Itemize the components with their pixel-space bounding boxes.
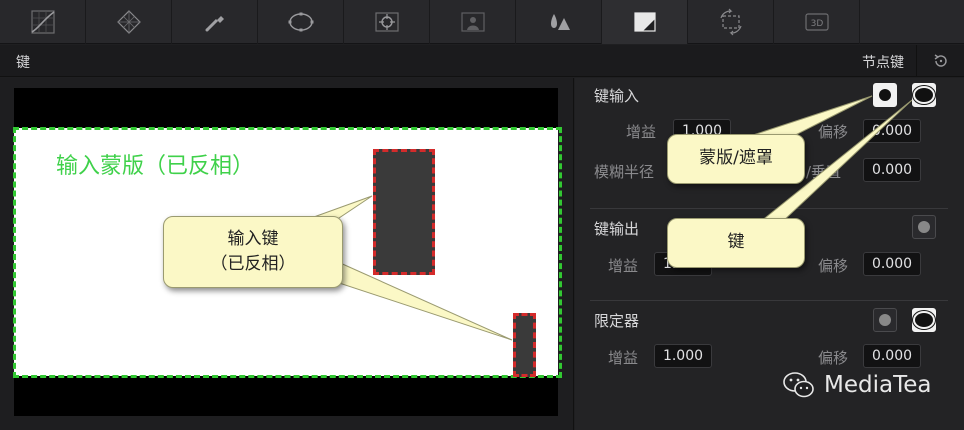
input-key-callout-line1: 输入键 [227,228,279,249]
key-output-mask-button[interactable] [912,215,936,239]
key-input-invert-button[interactable] [912,83,936,107]
invert-icon [915,88,933,102]
watermark: MediaTea [782,370,931,400]
key-input-offset-label: 偏移 [818,123,849,141]
section-divider [590,208,948,209]
key-output-gain-label: 增益 [608,257,639,275]
blur-hv-label: /垂直 [806,163,842,181]
magic-mask-tool-button[interactable] [430,0,516,44]
svg-text:3D: 3D [810,19,823,29]
key-input-mask-button[interactable] [873,83,897,107]
palette-title: 键 [16,55,30,71]
key-output-offset-field[interactable]: 0.000 [863,252,921,276]
invert-icon [915,313,933,327]
3d-tool-button[interactable]: 3D [774,0,860,44]
node-key-label: 节点键 [862,55,904,71]
mask-dot-icon [918,221,930,233]
blur-hv-field[interactable]: 0.000 [863,158,921,182]
key-icon [633,12,656,32]
qualifier-invert-button[interactable] [912,308,936,332]
mask-dot-icon [879,89,891,101]
3d-icon: 3D [804,13,829,31]
blur-radius-label: 模糊半径 [594,163,655,181]
blur-tool-button[interactable] [516,0,602,44]
toolbar: 3D [0,0,964,44]
key-callout: 键 [667,218,805,268]
key-output-offset-label: 偏移 [818,257,849,275]
sizing-icon [719,8,742,36]
mask-dot-icon [879,314,891,326]
qualifier-offset-label: 偏移 [818,349,849,367]
input-key-callout-line2: （已反相） [210,254,296,274]
mask-matte-callout: 蒙版/遮罩 [667,134,805,184]
qualifier-mask-button[interactable] [873,308,897,332]
input-mask-label: 输入蒙版（已反相） [56,154,255,179]
qualifier-title: 限定器 [594,312,640,330]
color-warper-tool-button[interactable] [86,0,172,44]
reset-button[interactable] [916,45,964,77]
qualifier-offset-field[interactable]: 0.000 [863,344,921,368]
key-output-title: 键输出 [594,220,640,238]
key-tool-button[interactable] [602,0,688,44]
qualifier-gain-label: 增益 [608,349,639,367]
color-warper-icon [116,10,141,34]
window-icon [288,12,313,32]
qualifier-gain-field[interactable]: 1.000 [654,344,712,368]
sizing-tool-button[interactable] [688,0,774,44]
reset-icon [934,54,947,67]
curves-icon [30,10,55,34]
key-input-offset-field[interactable]: 0.000 [863,119,921,143]
tracker-icon [374,12,399,32]
section-divider [590,300,948,301]
key-input-title: 键输入 [594,87,640,105]
wechat-icon [783,372,814,398]
input-key-region-small [513,313,536,377]
input-key-region-large [373,149,435,275]
palette-header: 键 节点键 [0,45,964,77]
window-tool-button[interactable] [258,0,344,44]
curves-tool-button[interactable] [0,0,86,44]
watermark-text: MediaTea [824,372,932,398]
key-input-gain-label: 增益 [626,123,657,141]
blur-icon [550,14,570,30]
tracker-tool-button[interactable] [344,0,430,44]
input-key-callout: 输入键 （已反相） [163,216,343,288]
qualifier-icon [205,16,224,32]
qualifier-tool-button[interactable] [172,0,258,44]
magic-mask-icon [460,12,485,32]
